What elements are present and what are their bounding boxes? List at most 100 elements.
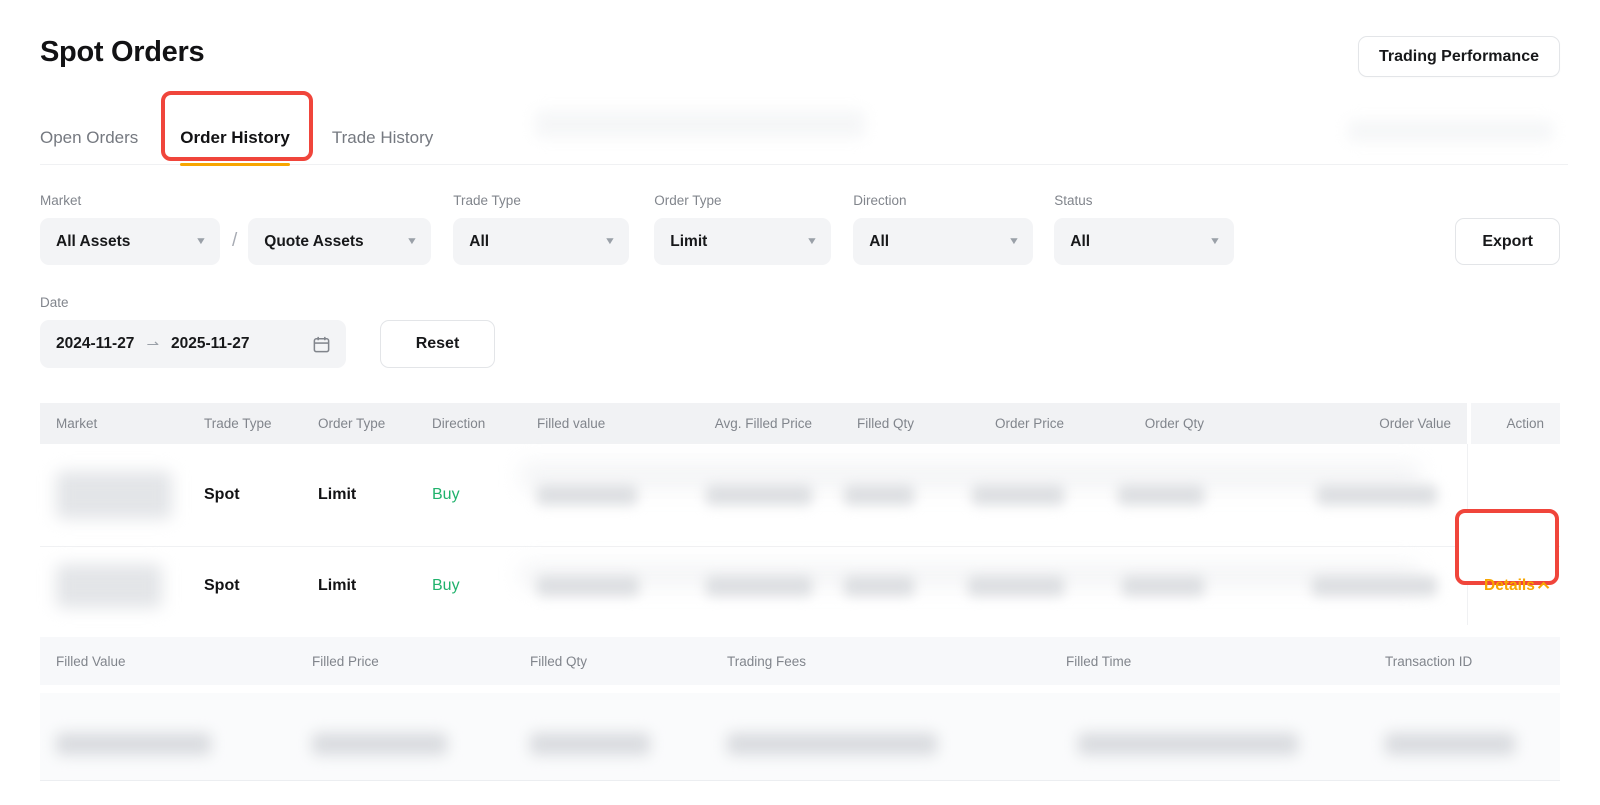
col-filled-price: Filled Price — [296, 654, 514, 669]
date-to: 2025-11-27 — [171, 335, 249, 353]
blurred-value — [56, 564, 162, 608]
blurred-value — [1078, 733, 1298, 755]
date-label: Date — [40, 295, 346, 310]
table-row: Spot Limit Buy Details — [40, 547, 1560, 625]
blurred-value — [1312, 576, 1437, 596]
trade-type-value: Spot — [188, 486, 302, 504]
direction-label: Direction — [853, 193, 1033, 208]
page-title: Spot Orders — [40, 36, 204, 69]
trade-type-label: Trade Type — [453, 193, 629, 208]
direction-value: Buy — [416, 577, 521, 595]
date-from: 2024-11-27 — [56, 335, 134, 353]
chevron-down-icon: ▼ — [604, 236, 616, 247]
col-order-type: Order Type — [302, 403, 416, 444]
tab-order-history[interactable]: Order History — [180, 128, 290, 164]
status-label: Status — [1054, 193, 1234, 208]
blurred-region — [535, 110, 865, 138]
blurred-value — [537, 485, 637, 505]
order-type-value: Limit — [302, 486, 416, 504]
blurred-value — [1385, 733, 1515, 755]
tab-open-orders[interactable]: Open Orders — [40, 128, 138, 164]
trade-type-select[interactable]: All ▼ — [453, 218, 629, 265]
blurred-value — [727, 733, 937, 755]
filter-status: Status All ▼ — [1054, 193, 1234, 265]
blurred-value — [1317, 485, 1437, 505]
blurred-value — [844, 485, 914, 505]
order-type-select[interactable]: Limit ▼ — [654, 218, 831, 265]
col-direction: Direction — [416, 403, 521, 444]
col-order-value: Order Value — [1220, 403, 1467, 444]
blurred-value — [312, 733, 447, 755]
status-select[interactable]: All ▼ — [1054, 218, 1234, 265]
topbar: Spot Orders Trading Performance — [40, 0, 1560, 77]
col-filled-qty: Filled Qty — [828, 403, 930, 444]
col-action: Action — [1467, 403, 1560, 444]
filter-date: Date 2024-11-27 ⇀ 2025-11-27 — [40, 295, 346, 368]
pair-separator: / — [232, 230, 237, 252]
order-type-label: Order Type — [654, 193, 831, 208]
filter-bar: Market All Assets ▼ / Quote Assets ▼ Tra… — [40, 193, 1560, 265]
orders-table: Market Trade Type Order Type Direction F… — [40, 403, 1560, 781]
blurred-value — [537, 576, 639, 596]
date-range-input[interactable]: 2024-11-27 ⇀ 2025-11-27 — [40, 320, 346, 368]
tab-trade-history[interactable]: Trade History — [332, 128, 433, 164]
chevron-down-icon: ▼ — [806, 236, 818, 247]
chevron-down-icon: ▼ — [1008, 236, 1020, 247]
blurred-region — [1348, 120, 1553, 142]
date-filter-row: Date 2024-11-27 ⇀ 2025-11-27 Reset — [40, 295, 1560, 368]
calendar-icon — [312, 335, 331, 354]
spot-orders-page: Spot Orders Trading Performance Open Ord… — [0, 0, 1600, 805]
order-type-value: Limit — [302, 577, 416, 595]
col-transaction-id: Transaction ID — [1369, 654, 1560, 669]
col-trade-type: Trade Type — [188, 403, 302, 444]
filter-direction: Direction All ▼ — [853, 193, 1033, 265]
action-cell: Details — [1467, 547, 1571, 625]
trading-performance-button[interactable]: Trading Performance — [1358, 36, 1560, 77]
active-tab-underline — [180, 163, 290, 166]
col-filled-time: Filled Time — [1050, 654, 1369, 669]
blurred-value — [56, 733, 211, 755]
col-order-price: Order Price — [930, 403, 1080, 444]
details-table-row — [40, 693, 1560, 781]
filter-market: Market All Assets ▼ — [40, 193, 220, 265]
quote-asset-select[interactable]: Quote Assets ▼ — [248, 218, 431, 265]
blurred-value — [1122, 576, 1204, 596]
table-row: Spot Limit Buy — [40, 444, 1560, 547]
annotation-box-order-history — [161, 91, 313, 161]
chevron-down-icon: ▼ — [1209, 236, 1221, 247]
col-market: Market — [40, 403, 188, 444]
market-label: Market — [40, 193, 220, 208]
blurred-value — [968, 576, 1064, 596]
col-filled-qty: Filled Qty — [514, 654, 711, 669]
filter-trade-type: Trade Type All ▼ — [453, 193, 629, 265]
base-asset-select[interactable]: All Assets ▼ — [40, 218, 220, 265]
blurred-value — [972, 485, 1064, 505]
blurred-value — [530, 733, 650, 755]
orders-table-header: Market Trade Type Order Type Direction F… — [40, 403, 1560, 444]
details-table-header: Filled Value Filled Price Filled Qty Tra… — [40, 637, 1560, 685]
direction-value: Buy — [416, 486, 521, 504]
filter-order-type: Order Type Limit ▼ — [654, 193, 831, 265]
chevron-down-icon: ▼ — [195, 236, 207, 247]
reset-button[interactable]: Reset — [380, 320, 495, 368]
blurred-value — [56, 471, 172, 519]
col-trading-fees: Trading Fees — [711, 654, 1050, 669]
blurred-value — [706, 485, 812, 505]
blurred-value — [706, 576, 812, 596]
col-filled-value: Filled Value — [40, 654, 296, 669]
tab-bar: Open Orders Order History Trade History — [40, 124, 1568, 165]
export-button[interactable]: Export — [1455, 218, 1560, 265]
col-filled-value: Filled value — [521, 403, 690, 444]
action-cell — [1467, 444, 1560, 546]
col-order-qty: Order Qty — [1080, 403, 1220, 444]
arrow-right-icon: ⇀ — [146, 335, 159, 353]
direction-select[interactable]: All ▼ — [853, 218, 1033, 265]
blurred-value — [1118, 485, 1204, 505]
col-avg-filled-price: Avg. Filled Price — [690, 403, 828, 444]
details-toggle[interactable]: Details — [1484, 577, 1555, 595]
trade-type-value: Spot — [188, 577, 302, 595]
chevron-up-icon — [1538, 582, 1549, 593]
blurred-region — [520, 462, 1420, 490]
blurred-value — [844, 576, 914, 596]
chevron-down-icon: ▼ — [406, 236, 418, 247]
